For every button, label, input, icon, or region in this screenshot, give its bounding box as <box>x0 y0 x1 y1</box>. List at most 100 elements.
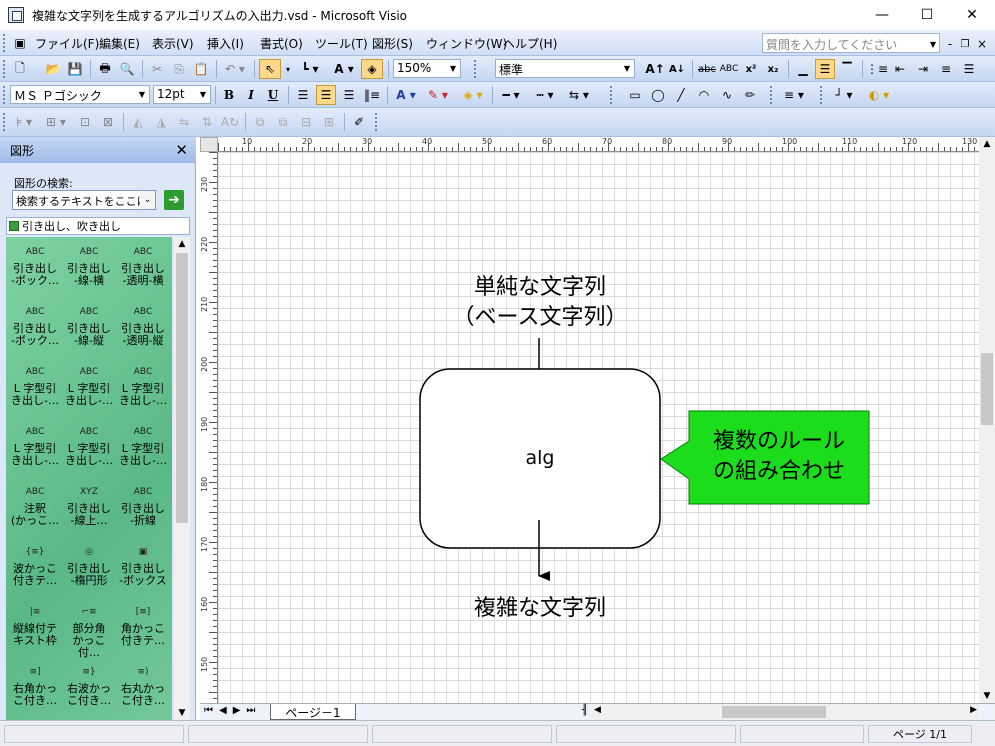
callout-label[interactable]: 複数のルール の組み合わせ <box>689 427 869 487</box>
text-tool-icon[interactable]: A ▾ <box>330 59 358 79</box>
save-icon[interactable]: 💾 <box>65 59 85 79</box>
scroll-down-icon[interactable]: ▼ <box>979 691 995 701</box>
stencil-shape[interactable]: [≡] 角かっこ 付きテ… <box>116 601 170 647</box>
help-dropdown-icon[interactable]: ▼ <box>926 34 940 54</box>
stencil-shape[interactable]: ⌐≡ 部分角 かっこ付… <box>62 601 116 659</box>
toolbar-grip[interactable] <box>375 113 379 131</box>
output-label[interactable]: 複雑な文字列 <box>420 590 660 622</box>
stencil-scroll-thumb[interactable] <box>176 253 188 523</box>
close-window-button[interactable]: ✕ <box>949 0 995 30</box>
close-icon[interactable]: ✕ <box>175 141 188 159</box>
line-tool-icon[interactable]: ╱ <box>671 85 691 105</box>
zoom-select[interactable]: 150% ▼ <box>393 59 461 78</box>
shape-properties-icon[interactable]: ✐ <box>349 112 369 132</box>
doc-close-button[interactable]: × <box>975 34 989 54</box>
scroll-down-icon[interactable]: ▼ <box>174 708 190 718</box>
page-tab[interactable]: ページ－1 <box>270 704 356 720</box>
doc-minimize-button[interactable]: - <box>943 34 957 54</box>
send-backward-icon[interactable]: ⧉ <box>273 112 293 132</box>
bold-button[interactable]: B <box>219 85 239 105</box>
align-left-icon[interactable]: ☰ <box>293 85 313 105</box>
cut-icon[interactable]: ✂ <box>147 59 167 79</box>
stencil-shape[interactable]: ABC L 字型引 き出し-… <box>8 421 62 467</box>
canvas-hscroll-thumb[interactable] <box>722 706 826 718</box>
stencil-shape[interactable]: ABC 引き出し -ボック… <box>8 241 62 287</box>
stencil-shape[interactable]: ABC L 字型引 き出し-… <box>62 361 116 407</box>
pointer-dropdown-icon[interactable]: ▾ <box>283 59 293 79</box>
scroll-right-icon[interactable]: ▶ <box>970 705 977 715</box>
canvas-vscroll-thumb[interactable] <box>981 353 993 425</box>
align-right-icon[interactable]: ☰ <box>339 85 359 105</box>
rectangle-tool-icon[interactable]: ▭ <box>625 85 645 105</box>
stencil-shape[interactable]: ABC 引き出し -透明-縦 <box>116 301 170 347</box>
align-shapes-icon[interactable]: ⊧ ▾ <box>10 112 38 132</box>
stencil-shape[interactable]: ABC 引き出し -ボック… <box>8 301 62 347</box>
align-center-icon[interactable]: ☰ <box>316 85 336 105</box>
rotate-right-icon[interactable]: ◮ <box>151 112 171 132</box>
shape-search-input[interactable]: 検索するテキストをここに入 <box>12 190 156 210</box>
connector-style-icon[interactable]: ┘ ▾ <box>830 85 858 105</box>
line-pattern-icon[interactable]: ┅ ▾ <box>531 85 559 105</box>
theme-icon[interactable]: ◐ ▾ <box>865 85 893 105</box>
menu-insert[interactable]: 挿入(I) <box>207 35 244 52</box>
grow-font-icon[interactable]: A↑ <box>645 59 665 79</box>
scroll-up-icon[interactable]: ▲ <box>174 239 190 249</box>
text-rotate-icon[interactable]: A↻ <box>220 112 240 132</box>
increase-spacing-icon[interactable]: ☰ <box>959 59 979 79</box>
small-caps-icon[interactable]: ABC <box>719 59 739 79</box>
stencil-shape[interactable]: |≡ 縦線付テ キスト枠 <box>8 601 62 647</box>
menu-tools[interactable]: ツール(T) <box>315 35 368 52</box>
stencil-shape[interactable]: ABC 引き出し -線-縦 <box>62 301 116 347</box>
stencil-shape[interactable]: ▣ 引き出し -ボックス <box>116 541 170 587</box>
layout-icon[interactable]: ⊞ <box>319 112 339 132</box>
stencil-shape[interactable]: ABC 引き出し -線-横 <box>62 241 116 287</box>
toolbar-grip[interactable] <box>610 86 614 104</box>
menu-edit[interactable]: 編集(E) <box>99 35 140 52</box>
stencil-shape[interactable]: ABC L 字型引 き出し-… <box>116 361 170 407</box>
justify-icon[interactable]: ‖≡ <box>362 85 382 105</box>
align-middle-icon[interactable]: ☰ <box>815 59 835 79</box>
size-position-icon[interactable]: ⊟ <box>296 112 316 132</box>
menu-view[interactable]: 表示(V) <box>152 35 194 52</box>
align-bottom-icon[interactable]: ▁ <box>793 59 813 79</box>
toolbar-grip[interactable] <box>3 113 7 131</box>
group-icon[interactable]: ⊡ <box>75 112 95 132</box>
fill-color-icon[interactable]: ◈ ▾ <box>459 85 487 105</box>
stencil-shape[interactable]: ◎ 引き出し -楕円形 <box>62 541 116 587</box>
style-select[interactable]: 標準 ▼ <box>495 59 635 78</box>
stencil-shape[interactable]: ≡) 右丸かっ こ付き… <box>116 661 170 707</box>
help-search-input[interactable]: 質問を入力してください <box>762 33 940 53</box>
search-go-arrow-icon[interactable]: ➔ <box>164 190 184 210</box>
freeform-tool-icon[interactable]: ∿ <box>717 85 737 105</box>
tab-splitter[interactable]: ╢ <box>582 705 588 716</box>
ellipse-tool-icon[interactable]: ◯ <box>648 85 668 105</box>
print-icon[interactable]: 🖶 <box>95 59 115 79</box>
horizontal-ruler[interactable]: 10 20 30 40 50 60 70 80 90 100 110 120 130 <box>218 137 979 152</box>
menubar-grip[interactable] <box>3 34 7 52</box>
line-style-icon[interactable]: ≡ ▾ <box>780 85 808 105</box>
toolbar-grip[interactable] <box>3 86 7 104</box>
doc-restore-button[interactable]: ❐ <box>958 34 972 54</box>
font-select[interactable]: ＭＳ Ｐゴシック ▼ <box>10 85 150 104</box>
scroll-left-icon[interactable]: ◀ <box>594 705 601 715</box>
visio-app-icon[interactable] <box>8 7 24 23</box>
bring-forward-icon[interactable]: ⧉ <box>250 112 270 132</box>
font-size-select[interactable]: 12pt ▼ <box>153 85 211 104</box>
stencil-scrollbar[interactable]: ▲ ▼ <box>174 237 190 720</box>
search-options-chevron-icon[interactable]: ⌄ <box>140 191 155 209</box>
toolbar-grip[interactable] <box>820 86 824 104</box>
process-label[interactable]: alg <box>420 447 660 469</box>
decrease-spacing-icon[interactable]: ≡ <box>936 59 956 79</box>
stencil-shape[interactable]: XYZ 引き出し -線上… <box>62 481 116 527</box>
vertical-ruler[interactable]: 230 220 210 200 190 180 170 160 150 <box>200 152 218 703</box>
print-preview-icon[interactable]: 🔍 <box>117 59 137 79</box>
connector-tool-icon[interactable]: ┗ ▾ <box>296 59 324 79</box>
menu-window[interactable]: ウィンドウ(W) <box>426 35 507 52</box>
open-folder-icon[interactable]: 📂 <box>43 59 63 79</box>
align-top-icon[interactable]: ▔ <box>837 59 857 79</box>
bullets-icon[interactable]: ⋮≡ <box>866 59 888 79</box>
drawing-canvas[interactable]: 単純な文字列 （ベース文字列） alg 複数のルール の組み合わせ 複雑な文字列 <box>218 152 979 703</box>
decrease-indent-icon[interactable]: ⇤ <box>890 59 910 79</box>
menu-format[interactable]: 書式(O) <box>260 35 303 52</box>
italic-button[interactable]: I <box>241 85 261 105</box>
